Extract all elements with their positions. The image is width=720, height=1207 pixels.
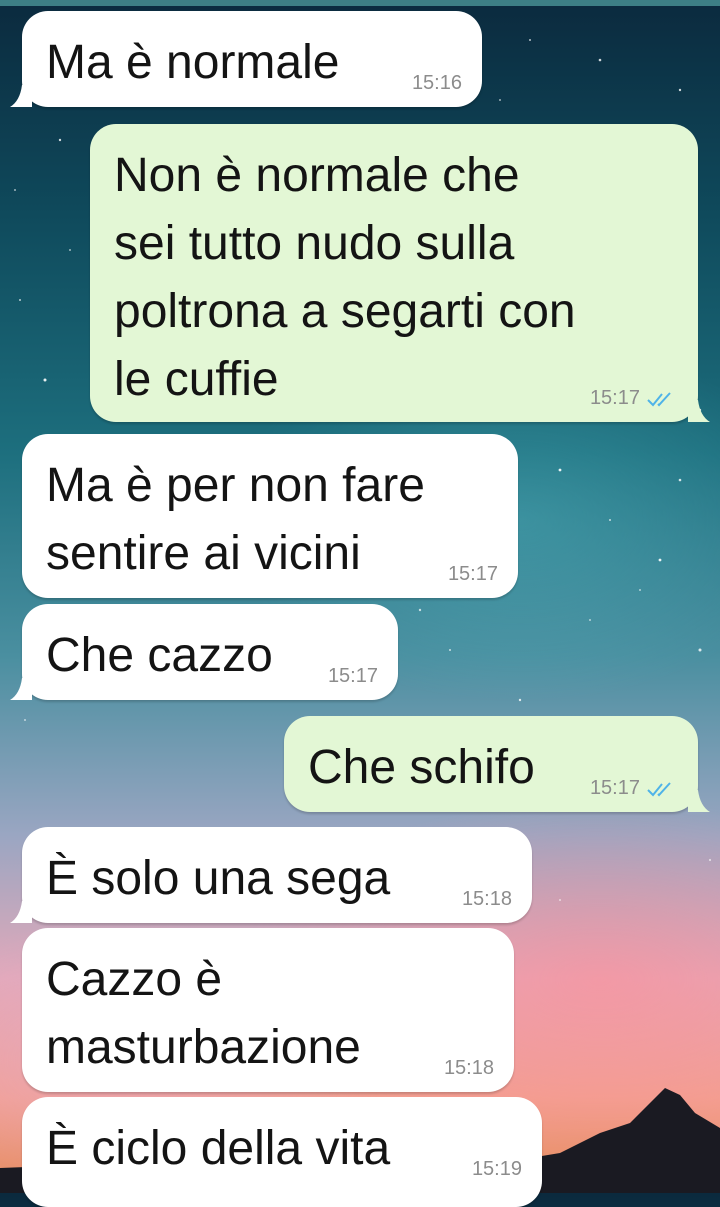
message-time: 15:16 bbox=[411, 72, 462, 94]
bubble-tail bbox=[688, 400, 710, 422]
message-bubble-incoming[interactable]: Cazzo è masturbazione 15:18 bbox=[22, 928, 514, 1092]
message-meta: 15:17 bbox=[590, 387, 678, 410]
message-text: Cazzo è masturbazione bbox=[46, 953, 361, 1074]
message-text: Non è normale che sei tutto nudo sulla p… bbox=[114, 149, 576, 406]
bubble-tail bbox=[10, 901, 32, 923]
message-meta: 15:17 bbox=[590, 777, 678, 800]
message-bubble-incoming[interactable]: Ma è normale 15:16 bbox=[10, 11, 482, 107]
message-text: È ciclo della vita bbox=[46, 1122, 391, 1175]
message-bubble-incoming[interactable]: Che cazzo 15:17 bbox=[10, 604, 398, 700]
double-check-icon bbox=[647, 391, 671, 406]
message-bubble-outgoing[interactable]: Che schifo 15:17 bbox=[284, 716, 710, 812]
message-time: 15:18 bbox=[443, 1057, 494, 1079]
bubble-tail bbox=[688, 790, 710, 812]
message-meta: 15:19 bbox=[472, 1158, 522, 1181]
top-bar bbox=[0, 0, 720, 6]
message-time: 15:17 bbox=[447, 563, 498, 585]
message-bubble-incoming[interactable]: È ciclo della vita 15:19 bbox=[22, 1097, 542, 1207]
message-text: Che schifo bbox=[308, 741, 535, 794]
message-text: È solo una sega bbox=[46, 852, 391, 905]
message-meta: 15:18 bbox=[444, 1057, 494, 1080]
message-text: Che cazzo bbox=[46, 629, 273, 682]
double-check-icon bbox=[647, 781, 671, 796]
message-meta: 15:18 bbox=[462, 888, 512, 911]
bubble-tail bbox=[10, 85, 32, 107]
bubble-tail bbox=[10, 678, 32, 700]
message-bubble-incoming[interactable]: È solo una sega 15:18 bbox=[10, 827, 532, 923]
message-time: 15:17 bbox=[589, 387, 640, 409]
message-time: 15:17 bbox=[589, 777, 640, 799]
message-bubble-outgoing[interactable]: Non è normale che sei tutto nudo sulla p… bbox=[90, 124, 710, 422]
message-bubble-incoming[interactable]: Ma è per non fare sentire ai vicini 15:1… bbox=[22, 434, 518, 598]
message-time: 15:17 bbox=[327, 665, 378, 687]
message-text: Ma è normale bbox=[46, 36, 340, 89]
message-meta: 15:16 bbox=[412, 72, 462, 95]
message-meta: 15:17 bbox=[328, 665, 378, 688]
message-time: 15:19 bbox=[471, 1158, 522, 1180]
message-text: Ma è per non fare sentire ai vicini bbox=[46, 459, 425, 580]
message-meta: 15:17 bbox=[448, 563, 498, 586]
message-time: 15:18 bbox=[461, 888, 512, 910]
